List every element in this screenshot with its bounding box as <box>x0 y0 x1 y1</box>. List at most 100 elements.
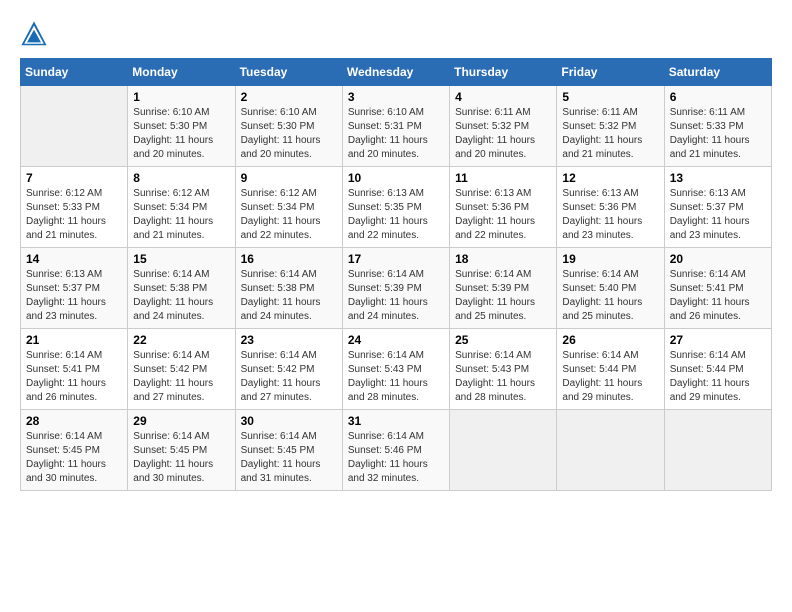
calendar-cell: 15 Sunrise: 6:14 AM Sunset: 5:38 PM Dayli… <box>128 248 235 329</box>
day-number: 20 <box>670 252 766 266</box>
day-of-week-header: Monday <box>128 59 235 86</box>
calendar-cell: 13 Sunrise: 6:13 AM Sunset: 5:37 PM Dayli… <box>664 167 771 248</box>
day-info: Sunrise: 6:11 AM Sunset: 5:33 PM Dayligh… <box>670 106 766 162</box>
day-info: Sunrise: 6:14 AM Sunset: 5:40 PM Dayligh… <box>562 268 658 324</box>
day-number: 2 <box>241 90 337 104</box>
calendar-cell: 8Sunrise: 6:12 AM Sunset: 5:34 PM Daylig… <box>128 167 235 248</box>
calendar-cell: 31 Sunrise: 6:14 AM Sunset: 5:46 PM Dayli… <box>342 410 449 491</box>
day-number: 11 <box>455 171 551 185</box>
day-info: Sunrise: 6:12 AM Sunset: 5:34 PM Dayligh… <box>133 187 229 243</box>
day-number: 1 <box>133 90 229 104</box>
day-number: 31 <box>348 414 444 428</box>
day-number: 24 <box>348 333 444 347</box>
day-info: Sunrise: 6:14 AM Sunset: 5:46 PM Dayligh… <box>348 430 444 486</box>
day-info: Sunrise: 6:14 AM Sunset: 5:41 PM Dayligh… <box>26 349 122 405</box>
calendar-week-row: 7Sunrise: 6:12 AM Sunset: 5:33 PM Daylig… <box>21 167 772 248</box>
calendar-cell: 24 Sunrise: 6:14 AM Sunset: 5:43 PM Dayli… <box>342 329 449 410</box>
calendar-cell: 23 Sunrise: 6:14 AM Sunset: 5:42 PM Dayli… <box>235 329 342 410</box>
day-of-week-header: Tuesday <box>235 59 342 86</box>
day-number: 26 <box>562 333 658 347</box>
day-number: 4 <box>455 90 551 104</box>
day-number: 3 <box>348 90 444 104</box>
header <box>20 20 772 48</box>
day-info: Sunrise: 6:14 AM Sunset: 5:42 PM Dayligh… <box>241 349 337 405</box>
day-number: 29 <box>133 414 229 428</box>
day-number: 25 <box>455 333 551 347</box>
calendar-cell <box>21 86 128 167</box>
day-info: Sunrise: 6:13 AM Sunset: 5:35 PM Dayligh… <box>348 187 444 243</box>
day-info: Sunrise: 6:13 AM Sunset: 5:36 PM Dayligh… <box>455 187 551 243</box>
day-info: Sunrise: 6:14 AM Sunset: 5:43 PM Dayligh… <box>455 349 551 405</box>
day-number: 13 <box>670 171 766 185</box>
day-info: Sunrise: 6:12 AM Sunset: 5:34 PM Dayligh… <box>241 187 337 243</box>
calendar-cell: 21Sunrise: 6:14 AM Sunset: 5:41 PM Dayli… <box>21 329 128 410</box>
day-number: 23 <box>241 333 337 347</box>
calendar-body: 1 Sunrise: 6:10 AM Sunset: 5:30 PM Daylig… <box>21 86 772 491</box>
day-info: Sunrise: 6:14 AM Sunset: 5:44 PM Dayligh… <box>562 349 658 405</box>
day-info: Sunrise: 6:14 AM Sunset: 5:38 PM Dayligh… <box>241 268 337 324</box>
day-of-week-header: Wednesday <box>342 59 449 86</box>
day-info: Sunrise: 6:13 AM Sunset: 5:37 PM Dayligh… <box>670 187 766 243</box>
calendar-cell: 26 Sunrise: 6:14 AM Sunset: 5:44 PM Dayli… <box>557 329 664 410</box>
calendar-cell: 6 Sunrise: 6:11 AM Sunset: 5:33 PM Daylig… <box>664 86 771 167</box>
calendar-cell: 20 Sunrise: 6:14 AM Sunset: 5:41 PM Dayli… <box>664 248 771 329</box>
day-number: 27 <box>670 333 766 347</box>
calendar-cell: 28 Sunrise: 6:14 AM Sunset: 5:45 PM Dayli… <box>21 410 128 491</box>
day-info: Sunrise: 6:10 AM Sunset: 5:30 PM Dayligh… <box>241 106 337 162</box>
calendar-cell <box>450 410 557 491</box>
day-number: 19 <box>562 252 658 266</box>
day-number: 16 <box>241 252 337 266</box>
calendar-cell: 11 Sunrise: 6:13 AM Sunset: 5:36 PM Dayli… <box>450 167 557 248</box>
day-number: 30 <box>241 414 337 428</box>
calendar-cell: 22 Sunrise: 6:14 AM Sunset: 5:42 PM Dayli… <box>128 329 235 410</box>
calendar-cell: 4Sunrise: 6:11 AM Sunset: 5:32 PM Daylig… <box>450 86 557 167</box>
day-info: Sunrise: 6:14 AM Sunset: 5:45 PM Dayligh… <box>133 430 229 486</box>
day-number: 10 <box>348 171 444 185</box>
day-info: Sunrise: 6:14 AM Sunset: 5:38 PM Dayligh… <box>133 268 229 324</box>
day-info: Sunrise: 6:13 AM Sunset: 5:37 PM Dayligh… <box>26 268 122 324</box>
day-of-week-header: Friday <box>557 59 664 86</box>
calendar-week-row: 21Sunrise: 6:14 AM Sunset: 5:41 PM Dayli… <box>21 329 772 410</box>
day-info: Sunrise: 6:14 AM Sunset: 5:42 PM Dayligh… <box>133 349 229 405</box>
day-info: Sunrise: 6:14 AM Sunset: 5:45 PM Dayligh… <box>26 430 122 486</box>
day-number: 14 <box>26 252 122 266</box>
day-number: 22 <box>133 333 229 347</box>
calendar-table: SundayMondayTuesdayWednesdayThursdayFrid… <box>20 58 772 491</box>
day-number: 9 <box>241 171 337 185</box>
calendar-cell <box>557 410 664 491</box>
calendar-cell: 12Sunrise: 6:13 AM Sunset: 5:36 PM Dayli… <box>557 167 664 248</box>
day-number: 28 <box>26 414 122 428</box>
logo <box>20 20 52 48</box>
day-info: Sunrise: 6:14 AM Sunset: 5:39 PM Dayligh… <box>348 268 444 324</box>
day-info: Sunrise: 6:10 AM Sunset: 5:31 PM Dayligh… <box>348 106 444 162</box>
calendar-week-row: 28 Sunrise: 6:14 AM Sunset: 5:45 PM Dayli… <box>21 410 772 491</box>
calendar-cell: 9 Sunrise: 6:12 AM Sunset: 5:34 PM Daylig… <box>235 167 342 248</box>
calendar-cell: 25 Sunrise: 6:14 AM Sunset: 5:43 PM Dayli… <box>450 329 557 410</box>
calendar-cell: 1 Sunrise: 6:10 AM Sunset: 5:30 PM Daylig… <box>128 86 235 167</box>
day-info: Sunrise: 6:14 AM Sunset: 5:39 PM Dayligh… <box>455 268 551 324</box>
day-info: Sunrise: 6:10 AM Sunset: 5:30 PM Dayligh… <box>133 106 229 162</box>
calendar-week-row: 1 Sunrise: 6:10 AM Sunset: 5:30 PM Daylig… <box>21 86 772 167</box>
calendar-cell: 27 Sunrise: 6:14 AM Sunset: 5:44 PM Dayli… <box>664 329 771 410</box>
day-info: Sunrise: 6:11 AM Sunset: 5:32 PM Dayligh… <box>562 106 658 162</box>
day-number: 15 <box>133 252 229 266</box>
day-info: Sunrise: 6:13 AM Sunset: 5:36 PM Dayligh… <box>562 187 658 243</box>
day-number: 18 <box>455 252 551 266</box>
calendar-cell: 16 Sunrise: 6:14 AM Sunset: 5:38 PM Dayli… <box>235 248 342 329</box>
day-of-week-header: Sunday <box>21 59 128 86</box>
day-number: 5 <box>562 90 658 104</box>
logo-icon <box>20 20 48 48</box>
day-info: Sunrise: 6:14 AM Sunset: 5:43 PM Dayligh… <box>348 349 444 405</box>
day-number: 6 <box>670 90 766 104</box>
calendar-cell: 18 Sunrise: 6:14 AM Sunset: 5:39 PM Dayli… <box>450 248 557 329</box>
calendar-cell: 5 Sunrise: 6:11 AM Sunset: 5:32 PM Daylig… <box>557 86 664 167</box>
calendar-cell: 19 Sunrise: 6:14 AM Sunset: 5:40 PM Dayli… <box>557 248 664 329</box>
day-info: Sunrise: 6:14 AM Sunset: 5:45 PM Dayligh… <box>241 430 337 486</box>
calendar-cell: 3 Sunrise: 6:10 AM Sunset: 5:31 PM Daylig… <box>342 86 449 167</box>
day-info: Sunrise: 6:14 AM Sunset: 5:44 PM Dayligh… <box>670 349 766 405</box>
calendar-cell: 29 Sunrise: 6:14 AM Sunset: 5:45 PM Dayli… <box>128 410 235 491</box>
calendar-week-row: 14 Sunrise: 6:13 AM Sunset: 5:37 PM Dayli… <box>21 248 772 329</box>
calendar-cell <box>664 410 771 491</box>
day-info: Sunrise: 6:14 AM Sunset: 5:41 PM Dayligh… <box>670 268 766 324</box>
calendar-cell: 17Sunrise: 6:14 AM Sunset: 5:39 PM Dayli… <box>342 248 449 329</box>
